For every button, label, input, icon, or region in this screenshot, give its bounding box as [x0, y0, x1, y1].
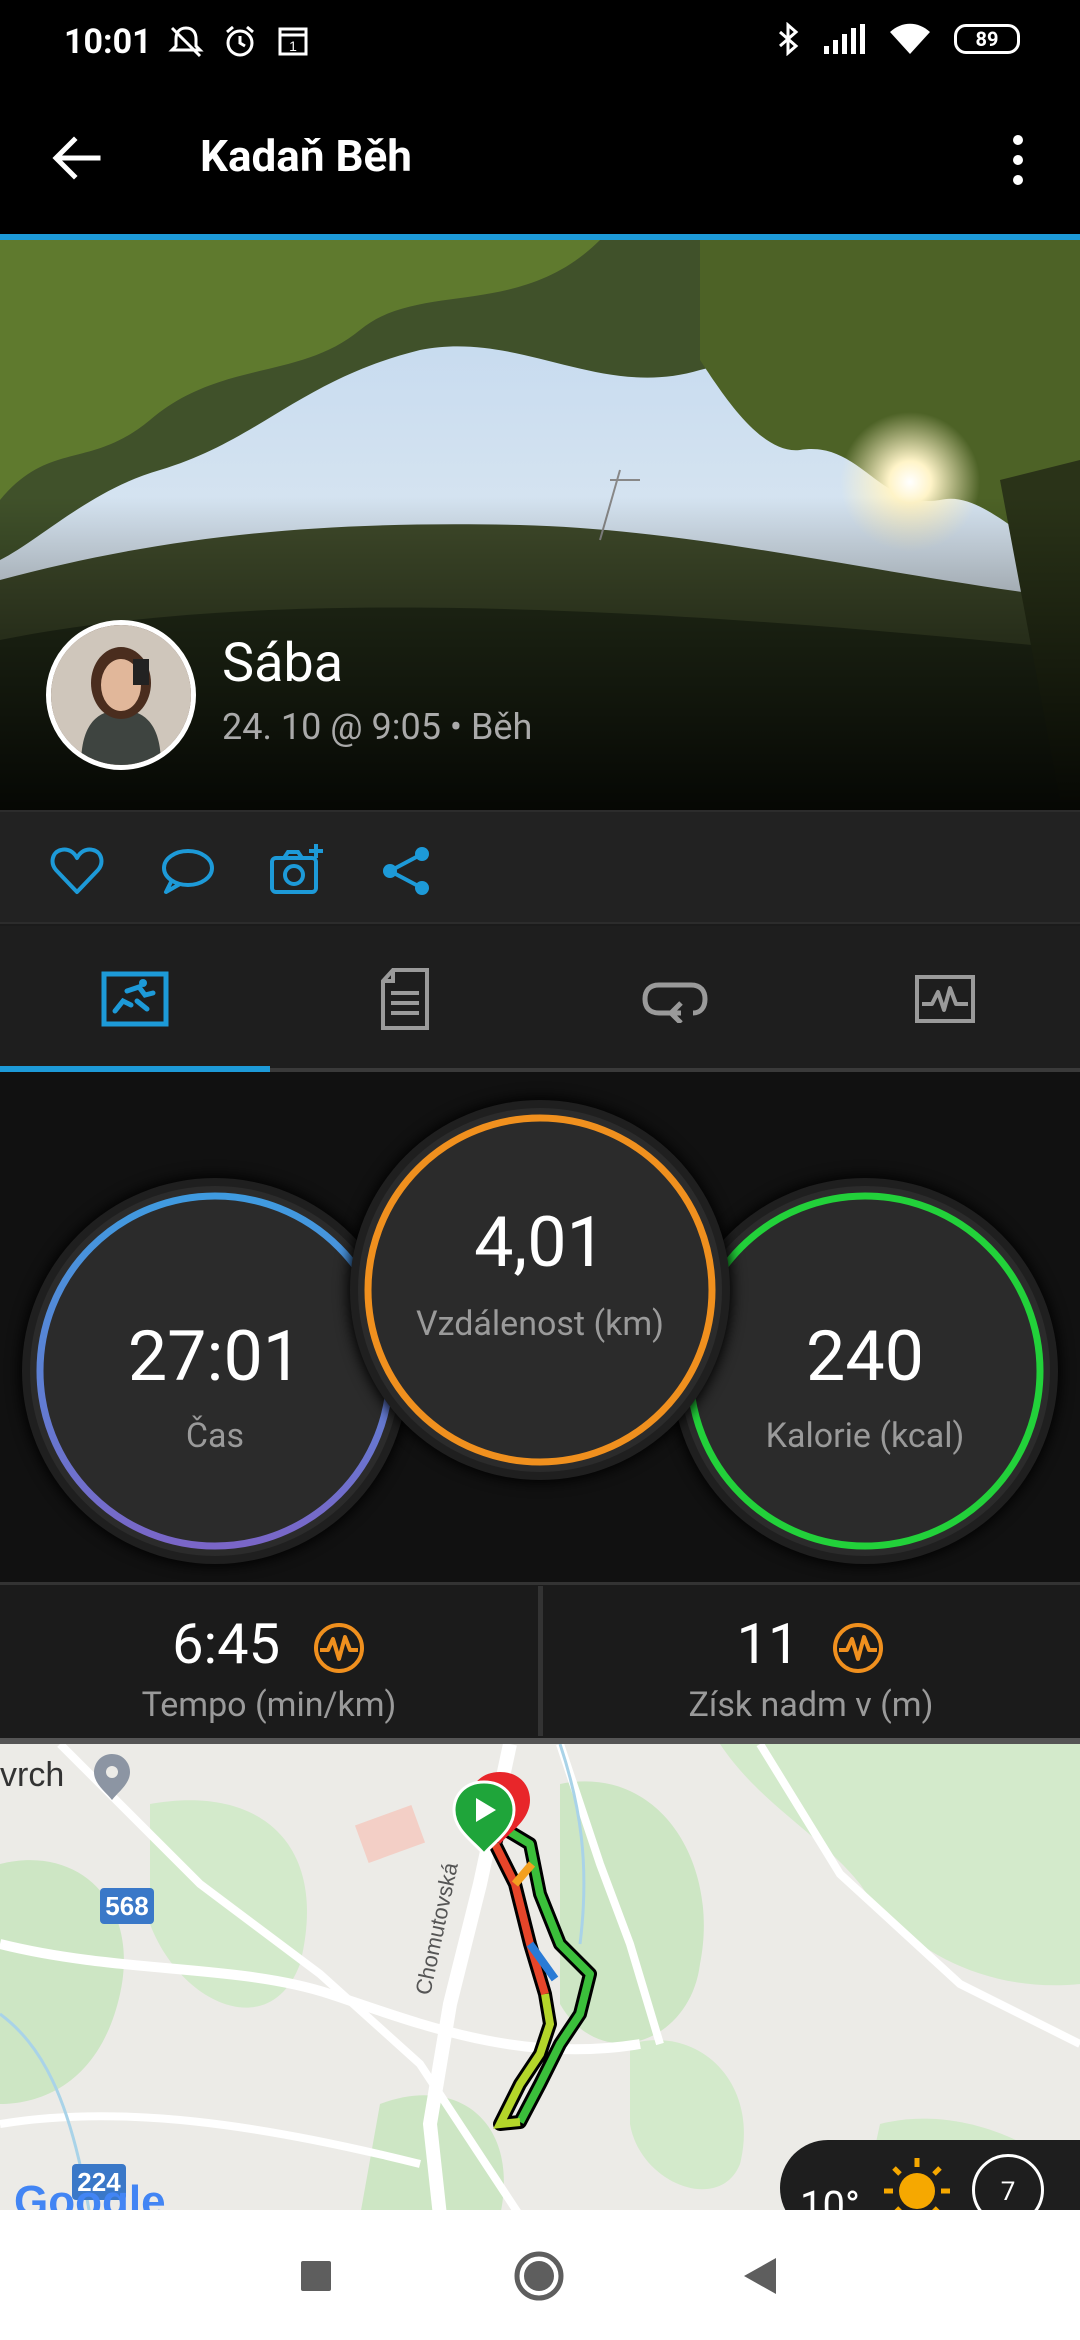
recents-icon[interactable]	[298, 2258, 334, 2294]
pace-chart-icon	[313, 1623, 364, 1674]
pace-value: 6:45	[172, 1611, 281, 1677]
details-icon	[381, 968, 429, 1030]
map-place-label: vrch	[0, 1756, 64, 1794]
google-logo: Google	[14, 2177, 166, 2210]
calories-value: 240	[805, 1316, 925, 1398]
activity-date-type: 24. 10 @ 9:05 • Běh	[222, 706, 533, 748]
elevation-metric[interactable]: 11 Získ nadm v (m)	[542, 1585, 1080, 1741]
pace-value-row: 6:45	[0, 1611, 538, 1677]
pace-label: Tempo (min/km)	[141, 1685, 397, 1725]
add-photo-icon[interactable]	[268, 842, 326, 900]
battery-icon: 89	[954, 24, 1020, 54]
more-options-icon[interactable]	[998, 130, 1038, 190]
app-bar: Kadaň Běh	[0, 78, 1080, 234]
tab-charts[interactable]	[810, 926, 1080, 1072]
road-badge-568: 568	[105, 1891, 148, 1921]
share-icon[interactable]	[378, 842, 436, 900]
home-icon[interactable]	[513, 2250, 565, 2302]
avatar[interactable]	[46, 620, 196, 770]
laps-icon	[642, 982, 708, 1023]
tab-laps[interactable]	[540, 926, 810, 1072]
like-icon[interactable]	[48, 842, 106, 900]
elevation-label: Získ nadm v (m)	[688, 1685, 934, 1725]
mute-icon	[168, 26, 204, 58]
signal-icon	[824, 24, 865, 54]
battery-level: 89	[975, 27, 999, 51]
bluetooth-icon	[779, 22, 799, 56]
time-value: 27:01	[127, 1316, 303, 1398]
alarm-icon	[226, 25, 254, 57]
avatar-image	[51, 625, 191, 765]
metrics-divider	[538, 1586, 543, 1736]
calendar-icon: 1	[278, 27, 308, 56]
svg-text:1: 1	[289, 38, 297, 54]
tab-bar	[0, 926, 1080, 1072]
tab-overview[interactable]	[0, 926, 270, 1072]
charts-icon	[915, 975, 975, 1023]
comment-icon[interactable]	[158, 842, 216, 900]
calories-ring: 240 Kalorie (kcal)	[680, 1186, 1050, 1556]
page-title: Kadaň Běh	[200, 130, 412, 182]
tab-details[interactable]	[270, 926, 540, 1072]
cover-photo: Sába 24. 10 @ 9:05 • Běh	[0, 240, 1080, 810]
username[interactable]: Sába	[222, 632, 343, 695]
back-arrow-icon[interactable]	[48, 128, 108, 188]
action-row	[0, 810, 1080, 924]
elevation-chart-icon	[833, 1623, 884, 1674]
elevation-value: 11	[736, 1611, 800, 1677]
time-label: Čas	[185, 1416, 245, 1456]
calories-label: Kalorie (kcal)	[765, 1416, 965, 1456]
pace-metric[interactable]: 6:45 Tempo (min/km)	[0, 1585, 538, 1741]
distance-value: 4,01	[474, 1202, 606, 1284]
time-ring: 27:01 Čas	[30, 1186, 400, 1556]
nav-back-icon[interactable]	[740, 2254, 780, 2298]
distance-ring-arc	[364, 1114, 716, 1466]
distance-ring: 4,01 Vzdálenost (km)	[358, 1108, 722, 1472]
wind-speed: 7	[1000, 2177, 1016, 2207]
elevation-value-row: 11	[542, 1611, 1080, 1677]
status-time: 10:01	[64, 22, 152, 62]
distance-label: Vzdálenost (km)	[415, 1304, 664, 1344]
system-nav-bar	[0, 2210, 1080, 2340]
overview-icon	[101, 971, 169, 1027]
status-bar: 10:01 1 89	[0, 0, 1080, 78]
wifi-icon	[890, 23, 930, 54]
stats-panel: 27:01 Čas 240 Kalorie (kcal) 4,01 Vzdále…	[0, 1072, 1080, 1582]
